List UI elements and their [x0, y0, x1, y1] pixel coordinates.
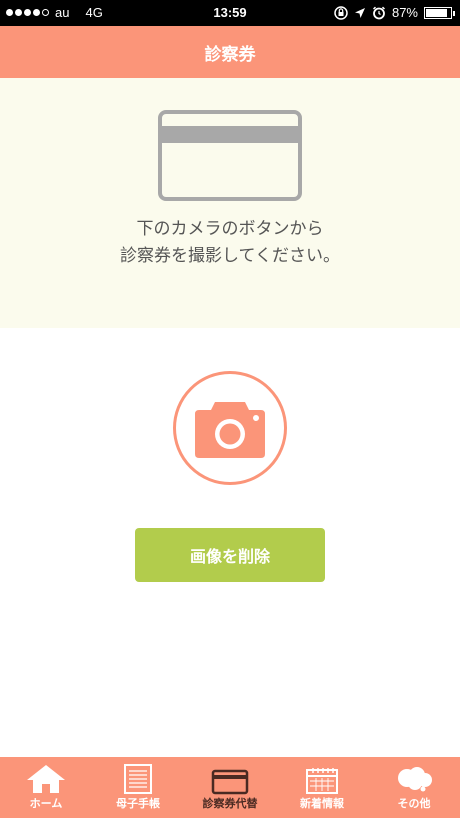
- card-icon: [211, 769, 249, 795]
- instruction-line-2: 診察券を撮影してください。: [120, 246, 340, 266]
- status-right: 87%: [334, 5, 455, 20]
- status-bar: au 4G 13:59 87%: [0, 0, 460, 26]
- camera-button[interactable]: [173, 371, 287, 485]
- cloud-icon: [398, 767, 432, 792]
- instruction-line-1: 下のカメラのボタンから: [136, 219, 324, 239]
- tab-handbook-label: 母子手帳: [116, 797, 160, 810]
- battery-percent: 87%: [391, 5, 418, 20]
- page-title: 診察券: [204, 44, 256, 65]
- tab-home-label: ホーム: [29, 797, 63, 810]
- rotation-lock-icon: [334, 5, 348, 20]
- home-icon: [27, 765, 65, 793]
- tab-other[interactable]: その他: [368, 757, 460, 818]
- tab-news[interactable]: 新着情報: [276, 757, 368, 818]
- delete-image-label: 画像を削除: [189, 547, 270, 566]
- battery-level-fill: [426, 8, 447, 17]
- tab-card-label: 診察券代替: [202, 797, 258, 810]
- calendar-icon: [306, 768, 338, 794]
- alarm-icon: [372, 6, 385, 19]
- card-icon: [158, 110, 302, 201]
- notebook-icon: [124, 764, 152, 794]
- camera-icon: [195, 402, 265, 458]
- page-header: 診察券: [0, 26, 460, 78]
- tab-home[interactable]: ホーム: [0, 757, 92, 818]
- location-arrow-icon: [354, 7, 365, 18]
- tab-bar: ホーム 母子手帳 診察券代替 新着情報 その他: [0, 757, 460, 818]
- card-stripe: [162, 126, 298, 143]
- tab-mother-child-handbook[interactable]: 母子手帳: [92, 757, 184, 818]
- tab-news-label: 新着情報: [300, 797, 344, 810]
- instruction-text: 下のカメラのボタンから 診察券を撮影してください。: [0, 216, 460, 270]
- tab-other-label: その他: [397, 797, 431, 810]
- delete-image-button[interactable]: 画像を削除: [135, 528, 325, 582]
- tab-card-substitute[interactable]: 診察券代替: [184, 757, 276, 818]
- battery-icon: [424, 6, 455, 19]
